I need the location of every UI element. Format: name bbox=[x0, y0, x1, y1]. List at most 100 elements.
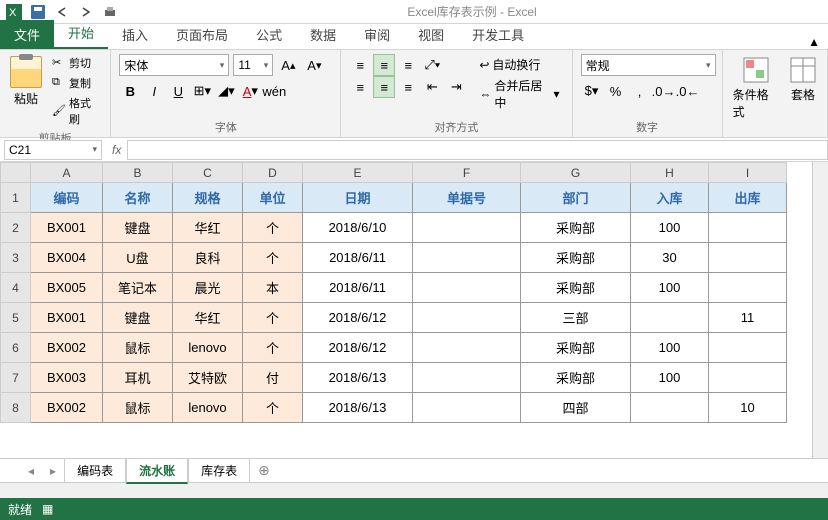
cell[interactable] bbox=[709, 243, 787, 273]
vertical-scrollbar[interactable] bbox=[812, 162, 828, 458]
file-tab[interactable]: 文件 bbox=[0, 20, 54, 49]
cell[interactable]: BX004 bbox=[31, 243, 103, 273]
col-header[interactable]: E bbox=[303, 163, 413, 183]
horizontal-scrollbar[interactable] bbox=[0, 482, 828, 498]
name-box[interactable]: C21▾ bbox=[4, 140, 102, 160]
tab-view[interactable]: 视图 bbox=[404, 20, 458, 49]
cell[interactable]: 采购部 bbox=[521, 333, 631, 363]
bold-button[interactable]: B bbox=[119, 80, 141, 102]
cell[interactable]: lenovo bbox=[173, 333, 243, 363]
row-header[interactable]: 4 bbox=[1, 273, 31, 303]
accounting-format-button[interactable]: $▾ bbox=[581, 80, 603, 102]
select-all-corner[interactable] bbox=[1, 163, 31, 183]
cell[interactable] bbox=[413, 303, 521, 333]
row-header[interactable]: 1 bbox=[1, 183, 31, 213]
sheet-nav-prev[interactable]: ◂ bbox=[20, 464, 42, 478]
comma-button[interactable]: , bbox=[629, 80, 651, 102]
table-header-cell[interactable]: 单位 bbox=[243, 183, 303, 213]
cell[interactable]: 华红 bbox=[173, 303, 243, 333]
cell[interactable]: 个 bbox=[243, 333, 303, 363]
tab-insert[interactable]: 插入 bbox=[108, 20, 162, 49]
col-header[interactable]: G bbox=[521, 163, 631, 183]
table-header-cell[interactable]: 规格 bbox=[173, 183, 243, 213]
cell[interactable]: BX002 bbox=[31, 393, 103, 423]
cell[interactable] bbox=[413, 243, 521, 273]
increase-font-button[interactable]: A▴ bbox=[277, 54, 299, 76]
cell[interactable] bbox=[631, 303, 709, 333]
col-header[interactable]: D bbox=[243, 163, 303, 183]
cell[interactable]: 个 bbox=[243, 393, 303, 423]
cell[interactable] bbox=[413, 393, 521, 423]
cell[interactable]: 采购部 bbox=[521, 273, 631, 303]
cell[interactable]: 键盘 bbox=[103, 213, 173, 243]
cell[interactable] bbox=[413, 333, 521, 363]
cell[interactable]: 30 bbox=[631, 243, 709, 273]
decrease-decimal-button[interactable]: .0← bbox=[677, 80, 699, 102]
table-header-cell[interactable]: 单据号 bbox=[413, 183, 521, 213]
cell[interactable]: 100 bbox=[631, 363, 709, 393]
align-top-button[interactable]: ≡ bbox=[349, 54, 371, 76]
cell[interactable]: BX005 bbox=[31, 273, 103, 303]
table-format-button[interactable]: 套格 bbox=[787, 54, 819, 105]
cell[interactable]: 2018/6/12 bbox=[303, 303, 413, 333]
sheet-tab[interactable]: 库存表 bbox=[188, 459, 250, 483]
font-name-combo[interactable]: 宋体▾ bbox=[119, 54, 229, 76]
increase-indent-button[interactable]: ⇥ bbox=[445, 76, 467, 98]
orientation-button[interactable]: ⤢▾ bbox=[421, 54, 443, 76]
border-button[interactable]: ⊞▾ bbox=[191, 80, 213, 102]
cell[interactable]: 晨光 bbox=[173, 273, 243, 303]
col-header[interactable]: I bbox=[709, 163, 787, 183]
table-header-cell[interactable]: 入库 bbox=[631, 183, 709, 213]
fill-color-button[interactable]: ◢▾ bbox=[215, 80, 237, 102]
row-header[interactable]: 5 bbox=[1, 303, 31, 333]
cell[interactable]: 个 bbox=[243, 303, 303, 333]
cell[interactable]: 2018/6/11 bbox=[303, 243, 413, 273]
cell[interactable]: 华红 bbox=[173, 213, 243, 243]
row-header[interactable]: 8 bbox=[1, 393, 31, 423]
cell[interactable]: 四部 bbox=[521, 393, 631, 423]
excel-icon[interactable]: X bbox=[4, 2, 24, 22]
formula-input[interactable] bbox=[127, 140, 828, 160]
cell[interactable] bbox=[631, 393, 709, 423]
cell[interactable]: 艾特欧 bbox=[173, 363, 243, 393]
cell[interactable]: BX002 bbox=[31, 333, 103, 363]
cell[interactable]: 100 bbox=[631, 213, 709, 243]
align-left-button[interactable]: ≡ bbox=[349, 76, 371, 98]
table-header-cell[interactable]: 名称 bbox=[103, 183, 173, 213]
cell[interactable]: 100 bbox=[631, 273, 709, 303]
new-sheet-button[interactable]: ⊕ bbox=[250, 462, 278, 479]
pinyin-button[interactable]: wén bbox=[263, 80, 285, 102]
cell[interactable]: 100 bbox=[631, 333, 709, 363]
align-middle-button[interactable]: ≡ bbox=[373, 54, 395, 76]
fx-button[interactable]: fx bbox=[106, 143, 127, 157]
spreadsheet-grid[interactable]: A B C D E F G H I 1编码名称规格单位日期单据号部门入库出库2B… bbox=[0, 162, 787, 423]
tab-home[interactable]: 开始 bbox=[54, 18, 108, 49]
row-header[interactable]: 2 bbox=[1, 213, 31, 243]
ribbon-collapse-icon[interactable]: ▲ bbox=[808, 35, 820, 49]
cell[interactable] bbox=[709, 273, 787, 303]
font-color-button[interactable]: A▾ bbox=[239, 80, 261, 102]
cell[interactable]: U盘 bbox=[103, 243, 173, 273]
percent-button[interactable]: % bbox=[605, 80, 627, 102]
cell[interactable]: 三部 bbox=[521, 303, 631, 333]
table-header-cell[interactable]: 出库 bbox=[709, 183, 787, 213]
merge-center-button[interactable]: ⇔合并后居中▾ bbox=[475, 75, 563, 113]
row-header[interactable]: 7 bbox=[1, 363, 31, 393]
tab-data[interactable]: 数据 bbox=[296, 20, 350, 49]
macro-record-icon[interactable]: ▦ bbox=[42, 502, 53, 516]
cell[interactable]: 键盘 bbox=[103, 303, 173, 333]
cell[interactable]: 个 bbox=[243, 213, 303, 243]
cell[interactable]: 2018/6/12 bbox=[303, 333, 413, 363]
font-size-combo[interactable]: 11▾ bbox=[233, 54, 273, 76]
cell[interactable]: BX001 bbox=[31, 213, 103, 243]
col-header[interactable]: C bbox=[173, 163, 243, 183]
sheet-tab[interactable]: 编码表 bbox=[64, 459, 126, 483]
tab-page-layout[interactable]: 页面布局 bbox=[162, 20, 242, 49]
cell[interactable] bbox=[413, 273, 521, 303]
col-header[interactable]: F bbox=[413, 163, 521, 183]
cell[interactable] bbox=[709, 333, 787, 363]
format-painter-button[interactable]: 🖌格式刷 bbox=[50, 94, 102, 128]
tab-developer[interactable]: 开发工具 bbox=[458, 20, 538, 49]
cell[interactable]: BX003 bbox=[31, 363, 103, 393]
cell[interactable]: 2018/6/13 bbox=[303, 393, 413, 423]
